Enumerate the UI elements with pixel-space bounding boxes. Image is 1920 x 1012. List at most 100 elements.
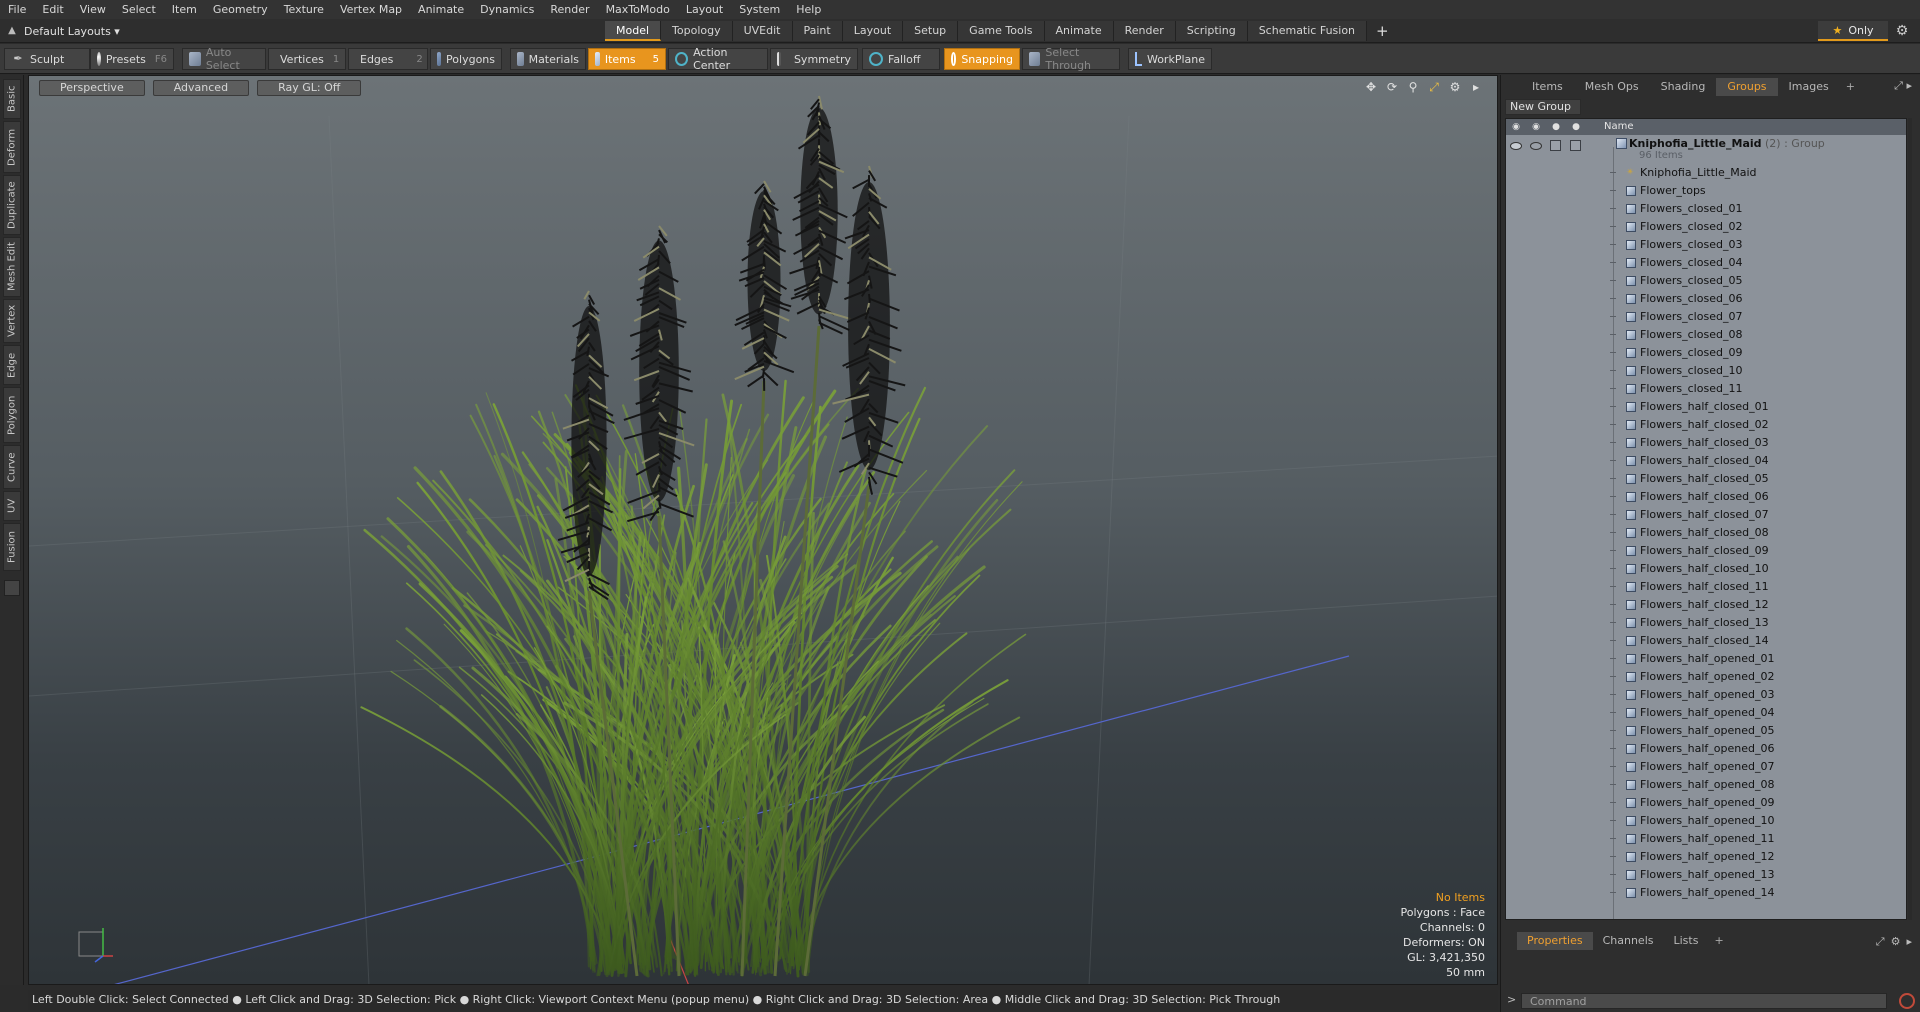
list-item[interactable]: Flowers_half_opened_13 bbox=[1506, 866, 1906, 884]
bottom-tab-lists[interactable]: Lists bbox=[1664, 932, 1709, 950]
tab-animate[interactable]: Animate bbox=[1044, 21, 1114, 41]
list-item[interactable]: Flowers_half_closed_10 bbox=[1506, 560, 1906, 578]
list-item[interactable]: Flowers_half_opened_06 bbox=[1506, 740, 1906, 758]
list-item[interactable]: Flowers_half_closed_13 bbox=[1506, 614, 1906, 632]
select-through-button[interactable]: Select Through bbox=[1022, 46, 1120, 72]
move-view-icon[interactable]: ✥ bbox=[1364, 80, 1378, 94]
tab-paint[interactable]: Paint bbox=[792, 21, 843, 41]
group-row[interactable]: Kniphofia_Little_Maid (2) : Group 96 Ite… bbox=[1506, 136, 1906, 164]
command-input[interactable] bbox=[1521, 993, 1887, 1009]
list-item[interactable]: Flowers_half_closed_08 bbox=[1506, 524, 1906, 542]
materials-button[interactable]: Materials bbox=[510, 48, 586, 70]
action-center-button[interactable]: Action Center bbox=[668, 46, 768, 72]
left-tab-vertex[interactable]: Vertex bbox=[3, 299, 21, 343]
left-tab-edge[interactable]: Edge bbox=[3, 345, 21, 385]
polygons-button[interactable]: Polygons bbox=[430, 48, 502, 70]
tab-model[interactable]: Model bbox=[605, 21, 662, 41]
list-item[interactable]: Flowers_half_closed_14 bbox=[1506, 632, 1906, 650]
viewport-tab-perspective[interactable]: Perspective bbox=[39, 80, 145, 96]
list-item[interactable]: Flowers_closed_09 bbox=[1506, 344, 1906, 362]
list-item[interactable]: Flowers_closed_06 bbox=[1506, 290, 1906, 308]
panel-tab-shading[interactable]: Shading bbox=[1650, 78, 1717, 96]
3d-viewport[interactable]: Perspective Advanced Ray GL: Off ✥ ⟳ ⚲ ⤢ ⚙… bbox=[28, 75, 1498, 985]
menu-view[interactable]: View bbox=[72, 0, 114, 19]
sculpt-button[interactable]: ✒ Sculpt bbox=[4, 48, 90, 70]
name-column-header[interactable]: Name bbox=[1604, 120, 1634, 134]
workplane-button[interactable]: WorkPlane bbox=[1128, 48, 1212, 70]
list-item[interactable]: Flowers_half_opened_05 bbox=[1506, 722, 1906, 740]
menu-dynamics[interactable]: Dynamics bbox=[472, 0, 542, 19]
select-column-icon[interactable]: ● bbox=[1570, 121, 1582, 133]
list-item[interactable]: Flowers_half_closed_03 bbox=[1506, 434, 1906, 452]
menu-select[interactable]: Select bbox=[114, 0, 164, 19]
left-tab-curve[interactable]: Curve bbox=[3, 445, 21, 489]
list-item[interactable]: Flowers_half_closed_11 bbox=[1506, 578, 1906, 596]
menu-animate[interactable]: Animate bbox=[410, 0, 472, 19]
layout-selector[interactable]: ▲ Default Layouts ▾ bbox=[6, 22, 120, 40]
render-column-icon[interactable]: ◉ bbox=[1530, 121, 1542, 133]
left-tab-deform[interactable]: Deform bbox=[3, 121, 21, 173]
presets-button[interactable]: Presets F6 bbox=[90, 48, 174, 70]
list-item[interactable]: Flowers_closed_01 bbox=[1506, 200, 1906, 218]
new-group-button[interactable]: New Group bbox=[1505, 99, 1581, 115]
gear-icon[interactable]: ⚙ bbox=[1893, 22, 1911, 40]
tab-setup[interactable]: Setup bbox=[903, 21, 959, 41]
expand-panel-icon[interactable]: ⤢ ▸ bbox=[1894, 79, 1912, 93]
menu-edit[interactable]: Edit bbox=[34, 0, 71, 19]
lock-toggle[interactable] bbox=[1550, 140, 1561, 151]
menu-maxtomodo[interactable]: MaxToModo bbox=[598, 0, 678, 19]
list-item[interactable]: Flowers_half_closed_01 bbox=[1506, 398, 1906, 416]
menu-vertex-map[interactable]: Vertex Map bbox=[332, 0, 410, 19]
edges-button[interactable]: Edges 2 bbox=[348, 48, 428, 70]
list-item[interactable]: Flowers_half_closed_06 bbox=[1506, 488, 1906, 506]
list-item[interactable]: Flowers_half_opened_12 bbox=[1506, 848, 1906, 866]
list-item[interactable]: Flowers_closed_10 bbox=[1506, 362, 1906, 380]
list-item[interactable]: Flowers_closed_08 bbox=[1506, 326, 1906, 344]
menu-system[interactable]: System bbox=[731, 0, 788, 19]
select-toggle[interactable] bbox=[1570, 140, 1581, 151]
add-bottom-tab-button[interactable]: + bbox=[1708, 932, 1729, 950]
list-item[interactable]: Flowers_half_opened_02 bbox=[1506, 668, 1906, 686]
bottom-tab-channels[interactable]: Channels bbox=[1593, 932, 1664, 950]
list-item[interactable]: Flowers_half_opened_08 bbox=[1506, 776, 1906, 794]
rotate-view-icon[interactable]: ⟳ bbox=[1385, 80, 1399, 94]
auto-select-button[interactable]: Auto Select bbox=[182, 46, 266, 72]
tab-scripting[interactable]: Scripting bbox=[1175, 21, 1248, 41]
items-button[interactable]: Items 5 bbox=[588, 48, 666, 70]
expand-properties-icon[interactable]: ⤢ bbox=[1876, 935, 1885, 949]
list-item[interactable]: Flowers_half_closed_09 bbox=[1506, 542, 1906, 560]
tab-uvedit[interactable]: UVEdit bbox=[732, 21, 793, 41]
tab-game-tools[interactable]: Game Tools bbox=[958, 21, 1045, 41]
list-item[interactable]: Flowers_half_opened_03 bbox=[1506, 686, 1906, 704]
panel-tab-items[interactable]: Items bbox=[1521, 78, 1574, 96]
menu-render[interactable]: Render bbox=[542, 0, 597, 19]
eye-icon[interactable] bbox=[1510, 142, 1522, 150]
zoom-view-icon[interactable]: ⚲ bbox=[1406, 80, 1420, 94]
left-tab-duplicate[interactable]: Duplicate bbox=[3, 175, 21, 235]
list-item[interactable]: Flower_tops bbox=[1506, 182, 1906, 200]
tab-render[interactable]: Render bbox=[1113, 21, 1176, 41]
list-item[interactable]: Flowers_half_opened_11 bbox=[1506, 830, 1906, 848]
menu-texture[interactable]: Texture bbox=[276, 0, 332, 19]
list-item[interactable]: Flowers_half_closed_12 bbox=[1506, 596, 1906, 614]
add-panel-tab-button[interactable]: + bbox=[1840, 78, 1861, 96]
bottom-tab-properties[interactable]: Properties bbox=[1517, 932, 1593, 950]
render-toggle-icon[interactable] bbox=[1530, 142, 1542, 150]
tab-schematic-fusion[interactable]: Schematic Fusion bbox=[1247, 21, 1368, 41]
lock-column-icon[interactable]: ● bbox=[1550, 121, 1562, 133]
panel-tab-mesh-ops[interactable]: Mesh Ops bbox=[1574, 78, 1650, 96]
list-item[interactable]: Flowers_half_closed_02 bbox=[1506, 416, 1906, 434]
list-item[interactable]: Flowers_half_opened_14 bbox=[1506, 884, 1906, 902]
vertices-button[interactable]: Vertices 1 bbox=[268, 48, 346, 70]
left-tab-uv[interactable]: UV bbox=[3, 491, 21, 521]
only-button[interactable]: ★ Only bbox=[1818, 21, 1888, 41]
symmetry-button[interactable]: Symmetry bbox=[770, 48, 858, 70]
tab-topology[interactable]: Topology bbox=[661, 21, 733, 41]
properties-gear-icon[interactable]: ⚙ bbox=[1891, 935, 1901, 949]
viewport-tab-advanced[interactable]: Advanced bbox=[152, 80, 250, 96]
list-item[interactable]: Flowers_half_closed_07 bbox=[1506, 506, 1906, 524]
tool-panel-toggle[interactable] bbox=[4, 580, 20, 596]
list-item[interactable]: Flowers_closed_05 bbox=[1506, 272, 1906, 290]
list-item[interactable]: Flowers_closed_02 bbox=[1506, 218, 1906, 236]
panel-tab-groups[interactable]: Groups bbox=[1716, 78, 1778, 96]
